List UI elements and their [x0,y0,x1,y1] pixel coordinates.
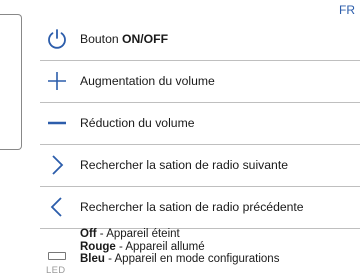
led-label: LED [46,265,66,276]
led-states: Off - Appareil éteint Rouge - Appareil a… [80,228,279,266]
led-section: LED Off - Appareil éteint Rouge - Appare… [40,228,360,278]
row-volume-up-text: Augmentation du volume [80,74,215,88]
row-previous-station-text: Rechercher la sation de radio précédente [80,200,304,214]
row-volume-up: Augmentation du volume [40,60,360,103]
led-state-off: Off - Appareil éteint [80,228,180,240]
row-volume-down-text: Réduction du volume [80,116,195,130]
row-power: Bouton ON/OFF [40,18,360,61]
row-volume-down: Réduction du volume [40,102,360,145]
row-next-station: Rechercher la sation de radio suivante [40,144,360,187]
plus-icon [40,64,74,98]
language-label: FR [339,3,355,17]
device-outline [0,14,22,150]
chevron-right-icon [40,148,74,182]
chevron-left-icon [40,190,74,224]
led-state-red: Rouge - Appareil allumé [80,240,205,253]
row-previous-station: Rechercher la sation de radio précédente [40,186,360,229]
led-indicator-icon [48,252,66,260]
led-state-blue: Bleu - Appareil en mode configurations [80,253,280,265]
minus-icon [40,106,74,140]
power-icon [40,22,74,56]
row-next-station-text: Rechercher la sation de radio suivante [80,158,288,172]
row-power-text: Bouton ON/OFF [80,32,169,46]
